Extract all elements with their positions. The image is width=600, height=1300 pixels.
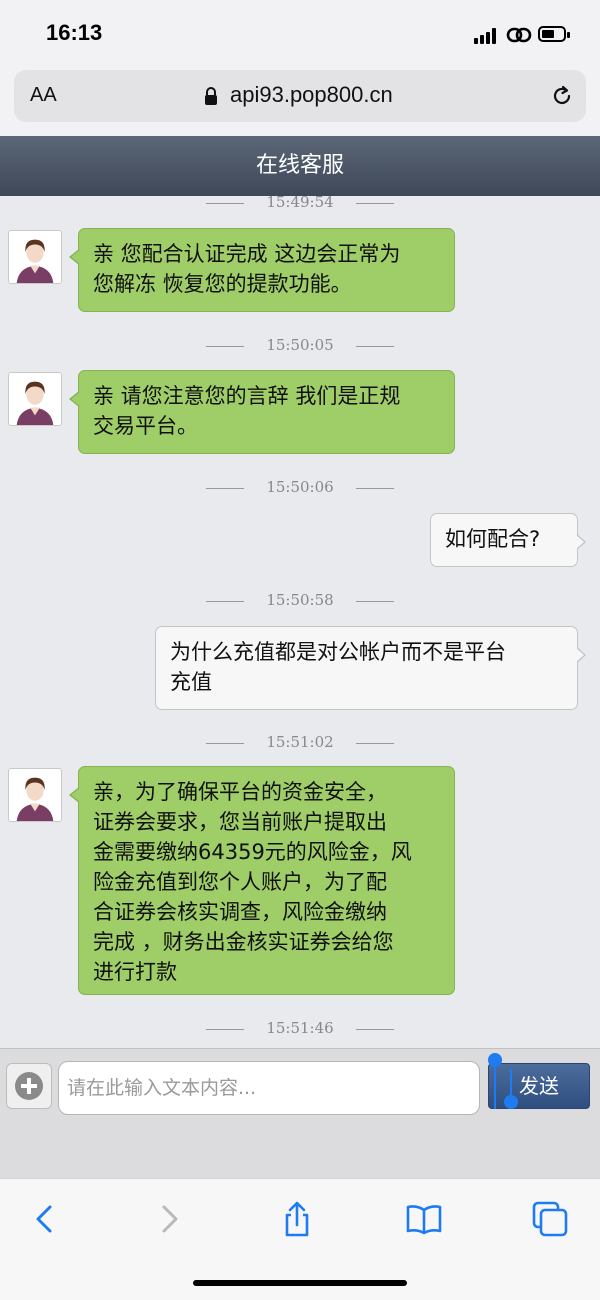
plus-icon[interactable] bbox=[7, 1064, 51, 1108]
message-bubble-agent: 亲 您配合认证完成 这边会正常为 您解冻 恢复您的提款功能。 bbox=[69, 228, 455, 312]
message-bubble-agent: 亲，为了确保平台的资金安全， 证券会要求，您当前账户提取出 金需要缴纳64359… bbox=[69, 766, 455, 995]
message-input-bar: 发送 bbox=[0, 1048, 600, 1179]
status-time: 16:13 bbox=[46, 20, 103, 45]
signal-icon bbox=[474, 28, 500, 44]
plus-button[interactable] bbox=[6, 1063, 52, 1109]
agent-avatar bbox=[8, 372, 62, 426]
message-input[interactable] bbox=[58, 1061, 480, 1115]
text-size-button[interactable]: AA bbox=[30, 84, 57, 107]
address-bar[interactable]: AA api93.pop800.cn bbox=[14, 70, 586, 122]
home-indicator bbox=[193, 1280, 407, 1286]
back-icon[interactable] bbox=[24, 1199, 64, 1239]
url-text[interactable]: api93.pop800.cn bbox=[230, 82, 393, 108]
link-icon bbox=[506, 27, 532, 43]
message-bubble-agent: 亲 请您注意您的言辞 我们是正规 交易平台。 bbox=[69, 370, 455, 454]
timestamp: 15:50:58 bbox=[0, 591, 600, 609]
share-icon[interactable] bbox=[277, 1199, 317, 1239]
timestamp: 15:50:06 bbox=[0, 478, 600, 496]
lock-icon bbox=[205, 87, 217, 105]
selection-handle[interactable] bbox=[504, 1095, 518, 1109]
timestamp: 15:49:54 bbox=[0, 196, 600, 211]
selection-handle[interactable] bbox=[488, 1053, 502, 1067]
chat-area[interactable]: 15:49:54 亲 您配合认证完成 这边会正常为 您解冻 恢复您的提款功能。 1… bbox=[0, 196, 600, 1048]
reload-icon[interactable] bbox=[550, 84, 574, 108]
bookmarks-icon[interactable] bbox=[404, 1199, 444, 1239]
agent-avatar bbox=[8, 230, 62, 284]
forward-icon[interactable] bbox=[150, 1199, 190, 1239]
chat-title: 在线客服 bbox=[0, 136, 600, 196]
agent-avatar bbox=[8, 768, 62, 822]
timestamp: 15:51:02 bbox=[0, 733, 600, 751]
tabs-icon[interactable] bbox=[530, 1199, 570, 1239]
timestamp: 15:51:46 bbox=[0, 1019, 600, 1037]
timestamp: 15:50:05 bbox=[0, 336, 600, 354]
battery-icon bbox=[538, 26, 570, 42]
status-bar: 16:13 bbox=[0, 0, 600, 68]
message-bubble-user: 为什么充值都是对公帐户而不是平台 充值 bbox=[155, 626, 586, 710]
message-bubble-user: 如何配合? bbox=[430, 513, 586, 567]
